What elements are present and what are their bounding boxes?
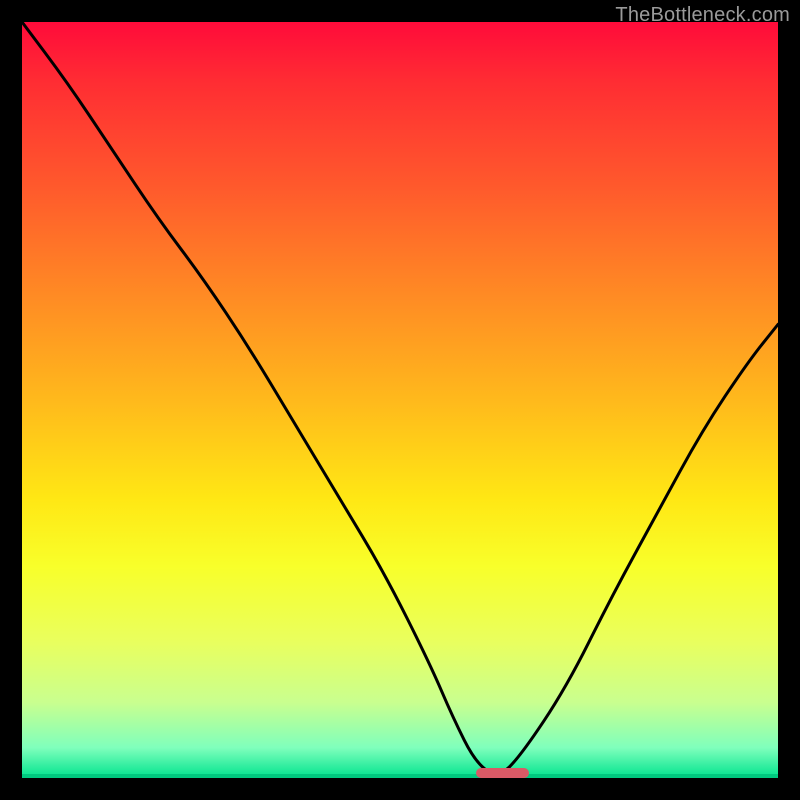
plot-area [22,22,778,778]
bottleneck-curve [22,22,778,778]
chart-frame: TheBottleneck.com [0,0,800,800]
watermark-text: TheBottleneck.com [615,4,790,27]
curve-minimum-marker [476,768,529,778]
